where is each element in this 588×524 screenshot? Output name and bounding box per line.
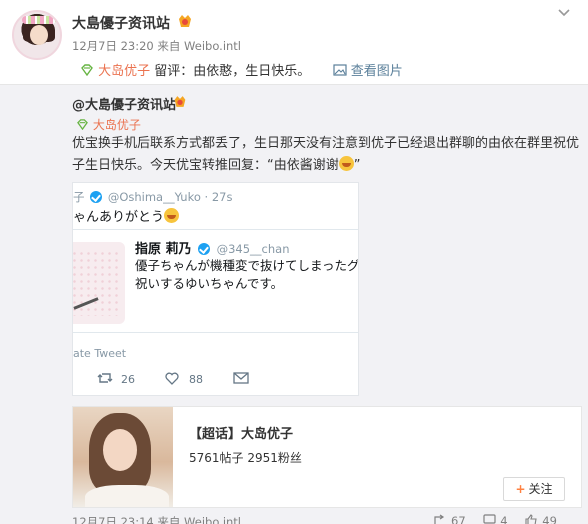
super-topic-card[interactable]: 【超话】大岛优子 5761帖子 2951粉丝 + 关注	[72, 406, 582, 508]
thumbs-up-icon[interactable]	[525, 514, 538, 524]
forward-user-link[interactable]: 大岛优子	[98, 64, 150, 79]
tweet-handle: @Oshima__Yuko · 27s	[107, 190, 233, 204]
avatar[interactable]	[12, 10, 62, 60]
follow-label: 关注	[528, 482, 553, 496]
tweet-text-content: ゃんありがとう	[73, 210, 165, 225]
chevron-down-icon[interactable]	[557, 8, 571, 18]
repost-author-link[interactable]: @大島優子资讯站	[72, 94, 176, 113]
retweet-icon	[97, 373, 113, 383]
tweet-actions: 26 88	[97, 371, 357, 389]
share-icon[interactable]	[434, 514, 447, 524]
super-topic-link[interactable]: 大岛优子	[76, 116, 141, 133]
heart-icon	[165, 372, 179, 385]
super-topic-label: 大岛优子	[92, 118, 141, 132]
tweet-text: ゃんありがとう	[73, 206, 180, 225]
image-icon[interactable]	[332, 64, 347, 76]
member-badge-icon[interactable]	[176, 13, 194, 29]
topic-stats: 5761帖子 2951粉丝	[189, 451, 302, 465]
tweet-author-fragment: 子	[73, 190, 85, 204]
post-timestamp[interactable]: 12月7日 23:20 来自 Weibo.intl	[72, 38, 241, 54]
repost-action-counts: 67 4 49	[434, 514, 557, 524]
quoted-tweet: 指原 莉乃 @345__chan 優子ちゃんが機種変で抜けてしまったグル 祝いす…	[73, 229, 359, 333]
cover-face	[103, 429, 137, 471]
follow-button[interactable]: + 关注	[503, 477, 565, 501]
cover-shirt	[85, 485, 169, 507]
comment-icon[interactable]	[483, 514, 496, 524]
message-icon	[233, 372, 249, 384]
repost-body: 优宝换手机后联系方式都丢了，生日那天没有注意到优子已经退出群聊的由依在群里祝优子…	[72, 136, 580, 173]
quoted-author-handle: @345__chan	[216, 242, 290, 256]
forward-comment: 大岛优子 留评：由依憨，生日快乐。 查看图片	[80, 60, 403, 79]
like-count: 88	[189, 373, 203, 386]
avatar-flower-crown	[22, 16, 56, 24]
fan-diamond-icon	[77, 119, 88, 131]
tweet-header: 子 @Oshima__Yuko · 27s	[73, 189, 232, 205]
laughing-emoji-icon	[338, 156, 354, 171]
quoted-tweet-thumbnail	[73, 242, 125, 324]
crying-emoji-icon	[164, 208, 180, 223]
like-count: 49	[542, 514, 557, 524]
quoted-text-line: 祝いするゆいちゃんです。	[135, 276, 284, 291]
post-author-name[interactable]: 大島優子资讯站	[72, 13, 170, 33]
retweet-count: 26	[121, 373, 135, 386]
repost-quote-close: ”	[353, 158, 361, 173]
repost-timestamp[interactable]: 12月7日 23:14 来自 Weibo.intl	[72, 514, 241, 524]
quoted-text: 優子ちゃんが機種変で抜けてしまったグル 祝いするゆいちゃんです。	[135, 257, 359, 293]
topic-title[interactable]: 【超话】大岛优子	[189, 423, 293, 442]
verified-icon	[90, 191, 103, 203]
repost-text: 优宝换手机后联系方式都丢了，生日那天没有注意到优子已经退出群聊的由依在群里祝优子…	[72, 133, 582, 177]
plus-icon: +	[515, 482, 526, 496]
forward-text: 留评：由依憨，生日快乐。	[154, 64, 311, 79]
avatar-face	[30, 25, 48, 45]
quoted-author-name: 指原 莉乃	[135, 242, 192, 257]
view-image-link[interactable]: 查看图片	[351, 64, 403, 79]
comment-count: 4	[500, 514, 508, 524]
fan-diamond-icon	[81, 64, 93, 77]
quoted-author: 指原 莉乃 @345__chan	[135, 238, 290, 257]
quoted-text-line: 優子ちゃんが機種変で抜けてしまったグル	[135, 258, 359, 273]
member-badge-icon[interactable]	[172, 94, 188, 109]
tweet-footer: ate Tweet	[73, 347, 127, 360]
topic-cover-image[interactable]	[73, 407, 173, 507]
tweet-screenshot-image[interactable]: 子 @Oshima__Yuko · 27s ゃんありがとう 指原 莉乃 @345…	[72, 182, 359, 396]
verified-icon	[198, 243, 211, 255]
share-count: 67	[451, 514, 466, 524]
